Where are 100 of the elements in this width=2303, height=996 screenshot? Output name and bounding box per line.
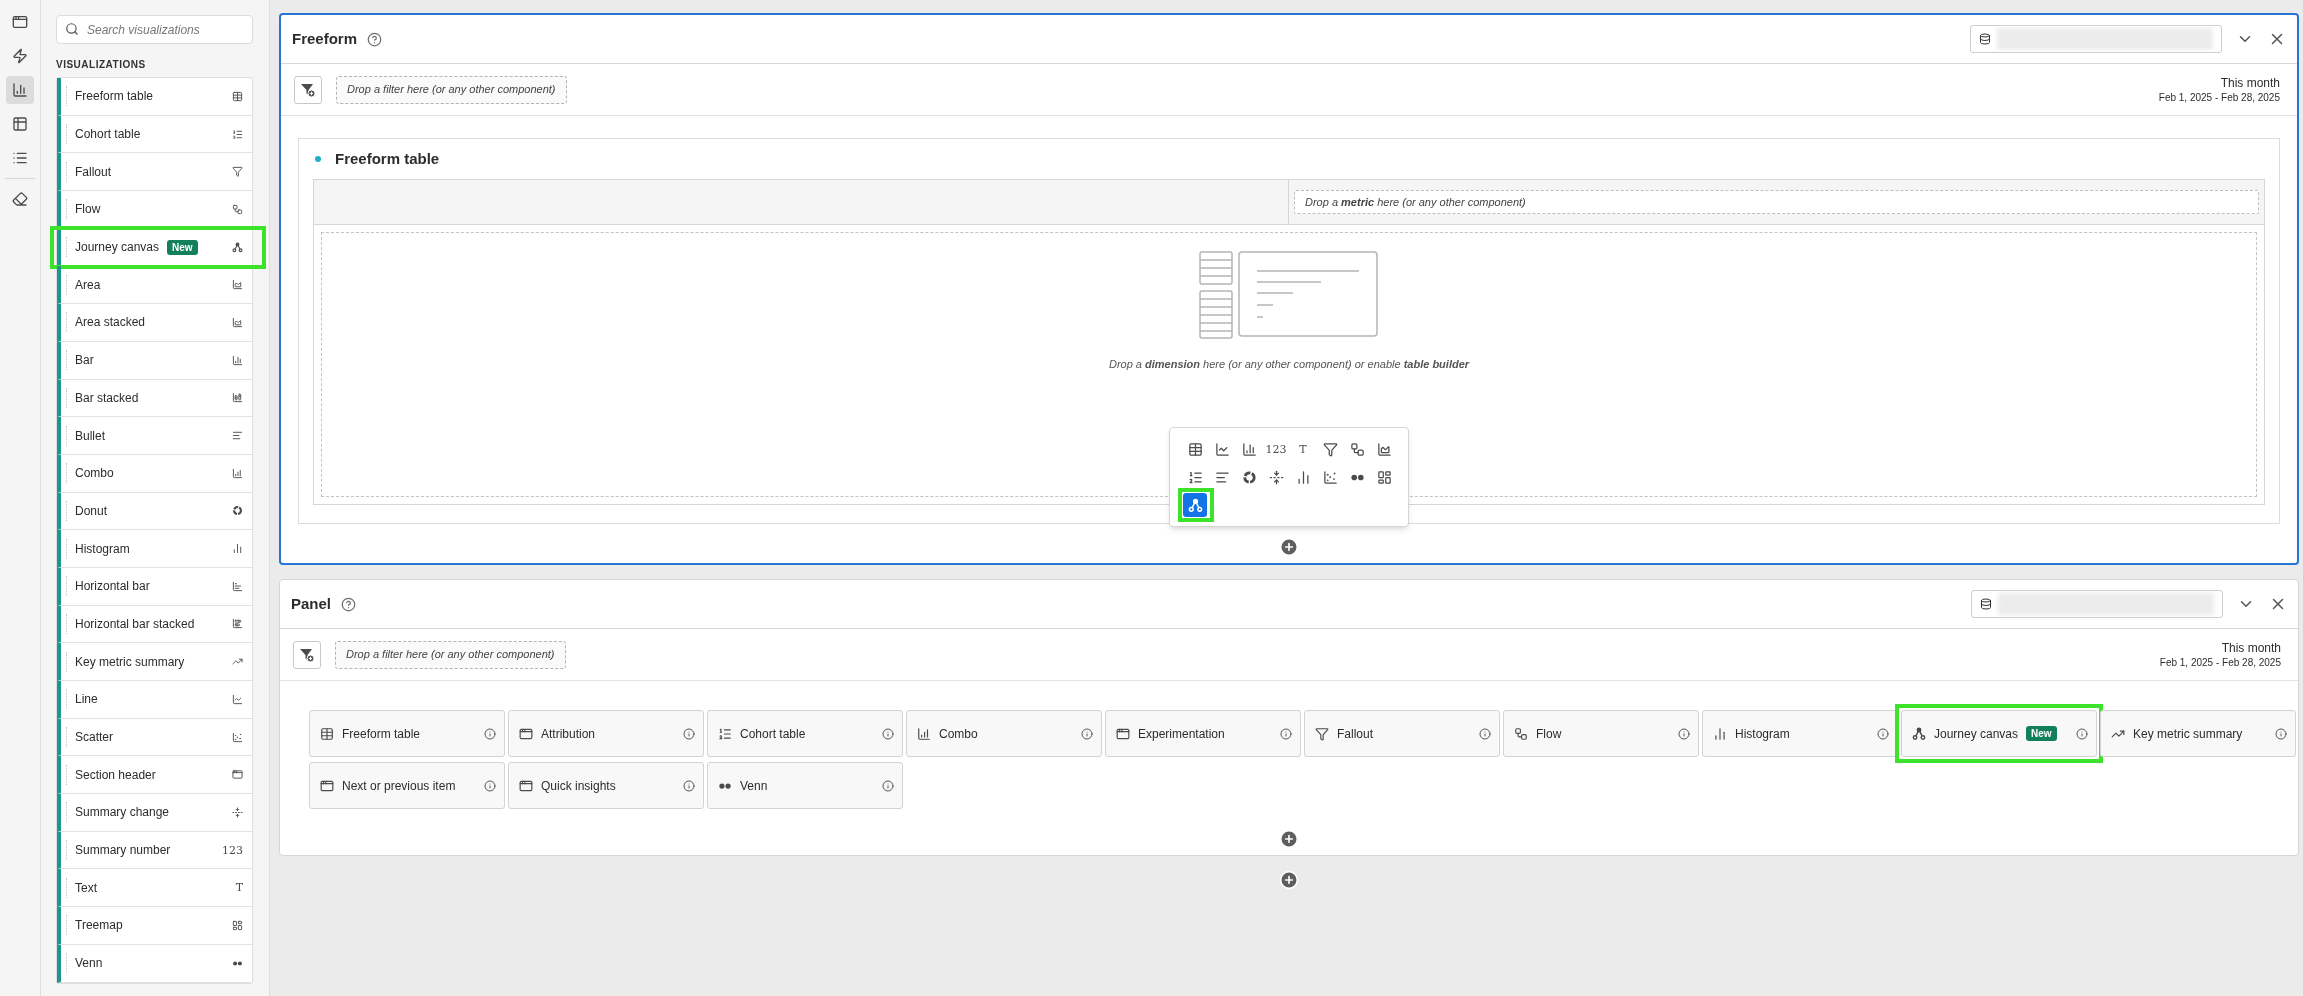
- line-chart-icon: [232, 693, 243, 705]
- panel-title: Panel: [291, 593, 332, 614]
- visualization-item[interactable]: Area stacked: [57, 304, 252, 342]
- visualization-item[interactable]: Journey canvas New: [57, 228, 252, 267]
- bar-chart-icon: [232, 354, 243, 366]
- section-heading: VISUALIZATIONS: [56, 58, 147, 72]
- visualization-card[interactable]: Freeform table: [309, 710, 505, 757]
- visualization-item[interactable]: Key metric summary: [57, 643, 252, 681]
- filter-drop-zone[interactable]: Drop a filter here (or any other component): [336, 75, 567, 104]
- visualization-item[interactable]: Horizontal bar: [57, 567, 252, 606]
- combo-chart-icon: [232, 467, 243, 479]
- visualization-card[interactable]: Combo: [906, 710, 1102, 757]
- visualization-card[interactable]: Flow: [1503, 710, 1699, 757]
- visualization-card[interactable]: Next or previous item: [309, 762, 505, 809]
- visualization-option[interactable]: T: [1291, 437, 1315, 461]
- nodes-icon: [232, 241, 243, 253]
- visualization-item[interactable]: Text T: [57, 869, 252, 908]
- add-icon[interactable]: [1279, 829, 1299, 849]
- info-icon[interactable]: [2275, 727, 2287, 740]
- donut-icon: [232, 505, 243, 517]
- date-preset[interactable]: This month: [2221, 640, 2281, 656]
- window-icon: [320, 778, 334, 793]
- info-icon[interactable]: [484, 779, 496, 792]
- visualization-card[interactable]: Attribution: [508, 710, 704, 757]
- visualization-item[interactable]: Venn: [57, 944, 252, 983]
- search-field[interactable]: Search visualizations: [56, 15, 253, 44]
- visualization-card[interactable]: Venn: [707, 762, 903, 809]
- date-preset[interactable]: This month: [2220, 75, 2280, 91]
- line-chart-icon: [1214, 441, 1230, 457]
- table-title: Freeform table: [335, 148, 440, 169]
- add-icon[interactable]: [1279, 537, 1299, 557]
- visualization-item[interactable]: Bar stacked: [57, 379, 252, 418]
- flow-icon: [232, 203, 243, 215]
- visualization-item[interactable]: Scatter: [57, 718, 252, 757]
- panel-title: Freeform: [292, 28, 358, 49]
- combo-chart-icon: [917, 726, 931, 741]
- visualization-item[interactable]: Line: [57, 681, 252, 719]
- info-icon[interactable]: [1479, 727, 1491, 740]
- table-icon: [232, 90, 243, 102]
- visualization-item[interactable]: Combo: [57, 454, 252, 493]
- visualization-card[interactable]: Fallout: [1304, 710, 1500, 757]
- info-icon[interactable]: [882, 727, 894, 740]
- new-badge: New: [167, 239, 198, 255]
- database-icon: [1980, 598, 1992, 610]
- visualization-card[interactable]: Histogram: [1702, 710, 1898, 757]
- visualization-card[interactable]: Experimentation: [1105, 710, 1301, 757]
- glyph-icon: T: [235, 882, 243, 894]
- help-icon: [367, 31, 383, 47]
- visualization-card[interactable]: Quick insights: [508, 762, 704, 809]
- filter-drop-zone[interactable]: Drop a filter here (or any other component): [335, 640, 566, 669]
- visualization-option[interactable]: [1183, 493, 1207, 517]
- window-icon: [519, 726, 533, 741]
- treemap-icon: [232, 919, 243, 931]
- visualization-item[interactable]: Fallout: [57, 153, 252, 192]
- horizontal-bar-chart-icon: [232, 580, 243, 592]
- visualization-item[interactable]: Treemap: [57, 907, 252, 945]
- info-icon[interactable]: [1678, 727, 1690, 740]
- info-icon[interactable]: [1280, 727, 1292, 740]
- drop-hint: Drop a dimension here (or any other component) or enable table builder: [1108, 357, 1470, 372]
- visualization-card[interactable]: Journey canvas New: [1901, 710, 2097, 757]
- visualization-item[interactable]: Summary change: [57, 794, 252, 832]
- bar-chart-icon: [1241, 441, 1257, 457]
- visualization-item[interactable]: Horizontal bar stacked: [57, 605, 252, 644]
- add-filter-button[interactable]: [294, 75, 322, 104]
- info-icon[interactable]: [683, 779, 695, 792]
- list-icon: [12, 150, 28, 166]
- visualization-item[interactable]: Flow: [57, 191, 252, 229]
- visualization-item[interactable]: Summary number 123: [57, 831, 252, 870]
- visualization-item[interactable]: Cohort table: [57, 115, 252, 154]
- window-icon: [519, 778, 533, 793]
- visualization-card[interactable]: Key metric summary: [2100, 710, 2296, 757]
- visualization-item[interactable]: Section header: [57, 756, 252, 795]
- info-icon[interactable]: [683, 727, 695, 740]
- info-icon[interactable]: [1877, 727, 1889, 740]
- help-icon: [341, 596, 357, 612]
- database-icon: [1979, 33, 1991, 45]
- visualization-item[interactable]: Histogram: [57, 530, 252, 568]
- metric-drop-zone[interactable]: Drop a metric here (or any other component): [1294, 190, 2259, 214]
- rail-button[interactable]: [6, 76, 34, 104]
- flow-icon: [1514, 726, 1528, 741]
- add-panel-icon[interactable]: [1279, 870, 1299, 890]
- histogram-icon: [1713, 726, 1727, 741]
- info-icon[interactable]: [484, 727, 496, 740]
- visualization-item[interactable]: Area: [57, 266, 252, 305]
- arrows-icon: [1268, 469, 1284, 485]
- table-icon: [320, 726, 334, 741]
- table-icon: [1187, 441, 1203, 457]
- add-filter-button[interactable]: [293, 640, 321, 669]
- flow-icon: [1349, 441, 1365, 457]
- info-icon[interactable]: [882, 779, 894, 792]
- info-icon[interactable]: [2076, 727, 2088, 740]
- visualization-item[interactable]: Freeform table: [57, 78, 252, 116]
- glyph-icon: 123: [1265, 443, 1287, 455]
- info-icon[interactable]: [1081, 727, 1093, 740]
- bar-chart-icon: [12, 82, 28, 98]
- visualization-option[interactable]: 123: [1264, 437, 1288, 461]
- visualization-card[interactable]: Cohort table: [707, 710, 903, 757]
- visualization-item[interactable]: Donut: [57, 492, 252, 531]
- visualization-item[interactable]: Bullet: [57, 417, 252, 455]
- visualization-item[interactable]: Bar: [57, 341, 252, 380]
